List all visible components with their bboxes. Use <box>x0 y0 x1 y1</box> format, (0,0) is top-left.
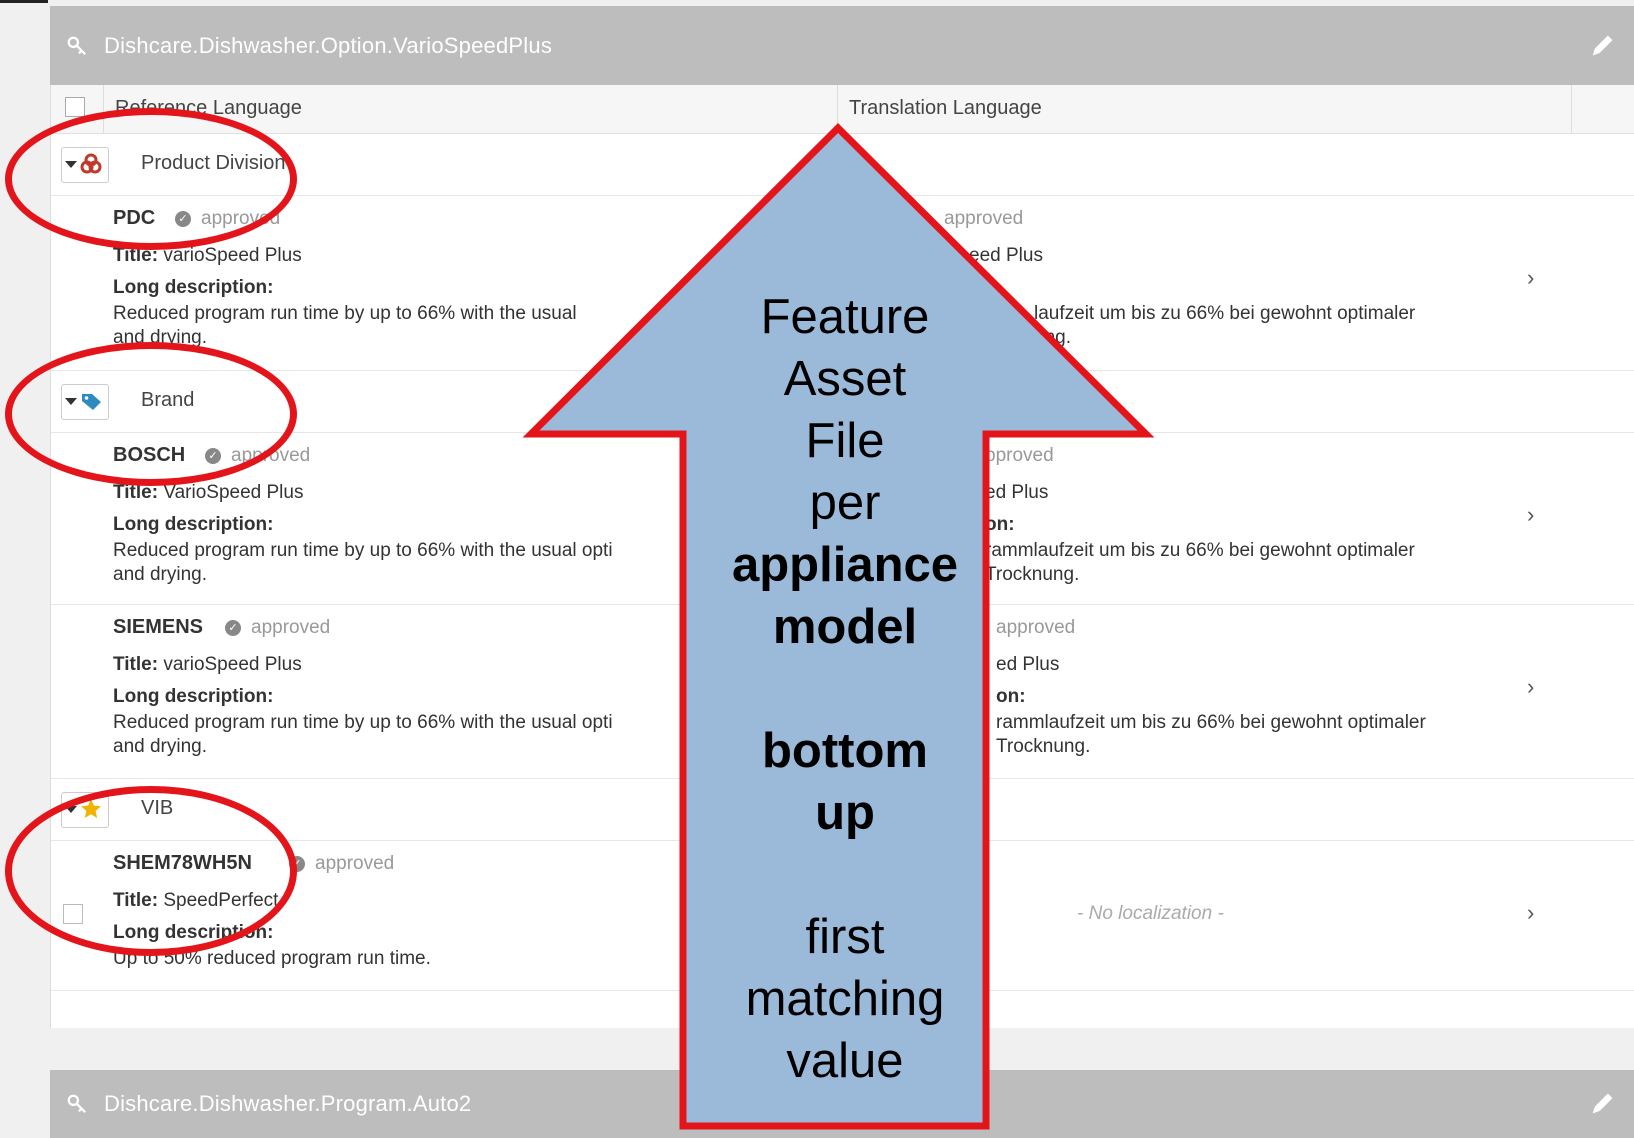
entry-title: Title: varioSpeed Plus <box>113 654 302 675</box>
column-header-row: Reference Language Translation Language <box>51 85 1634 134</box>
chevron-right-icon[interactable]: › <box>1527 502 1534 528</box>
chevron-right-icon[interactable]: › <box>1527 900 1534 926</box>
no-localization-text: - No localization - <box>1077 903 1224 924</box>
translation-desc-cont: ung. <box>1034 327 1071 348</box>
annotation-ellipse-product-division <box>5 108 297 250</box>
pencil-icon[interactable] <box>1588 32 1616 60</box>
chevron-right-icon[interactable]: › <box>1527 265 1534 291</box>
entry-desc: Reduced program run time by up to 66% wi… <box>113 303 577 324</box>
select-all-checkbox[interactable] <box>65 97 85 117</box>
status-badge: ✓ approved <box>289 853 394 875</box>
translation-desc: laufzeit um bis zu 66% bei gewohnt optim… <box>1034 303 1416 324</box>
entry-desc: Reduced program run time by up to 66% wi… <box>113 712 613 733</box>
column-translation-language: Translation Language <box>849 97 1042 119</box>
key-icon <box>67 1094 87 1114</box>
panel-title: Dishcare.Dishwasher.Option.VarioSpeedPlu… <box>104 32 553 58</box>
entry-long-label: Long description: <box>113 277 274 298</box>
translation-desc: rammlaufzeit um bis zu 66% bei gewohnt o… <box>996 712 1426 733</box>
pencil-icon[interactable] <box>1588 1090 1616 1118</box>
top-edge-line <box>0 0 48 3</box>
entry-desc-cont: and drying. <box>113 736 208 757</box>
entry-long-label: Long description: <box>113 514 274 535</box>
annotation-ellipse-brand <box>5 342 297 486</box>
key-icon <box>67 36 87 55</box>
arrow-label: Feature Asset File per appliance model b… <box>731 290 959 1088</box>
entry-code: SIEMENS <box>113 616 204 638</box>
check-circle-icon: ✓ <box>225 620 241 636</box>
annotation-ellipse-vib <box>5 786 297 956</box>
entry-long-label: Long description: <box>113 686 274 707</box>
entry-desc: Reduced program run time by up to 66% wi… <box>113 540 613 561</box>
status-badge: ✓ approved <box>225 617 330 639</box>
panel-header-varioSpeedPlus[interactable]: Dishcare.Dishwasher.Option.VarioSpeedPlu… <box>50 6 1634 85</box>
chevron-right-icon[interactable]: › <box>1527 674 1534 700</box>
translation-desc-cont: Trocknung. <box>996 736 1091 757</box>
translation-status: approved <box>944 208 1024 229</box>
panel-title: Dishcare.Dishwasher.Program.Auto2 <box>104 1091 472 1116</box>
entry-desc-cont: and drying. <box>113 564 208 585</box>
translation-title: eed Plus <box>969 245 1043 266</box>
translation-desc: rammlaufzeit um bis zu 66% bei gewohnt o… <box>985 540 1415 561</box>
